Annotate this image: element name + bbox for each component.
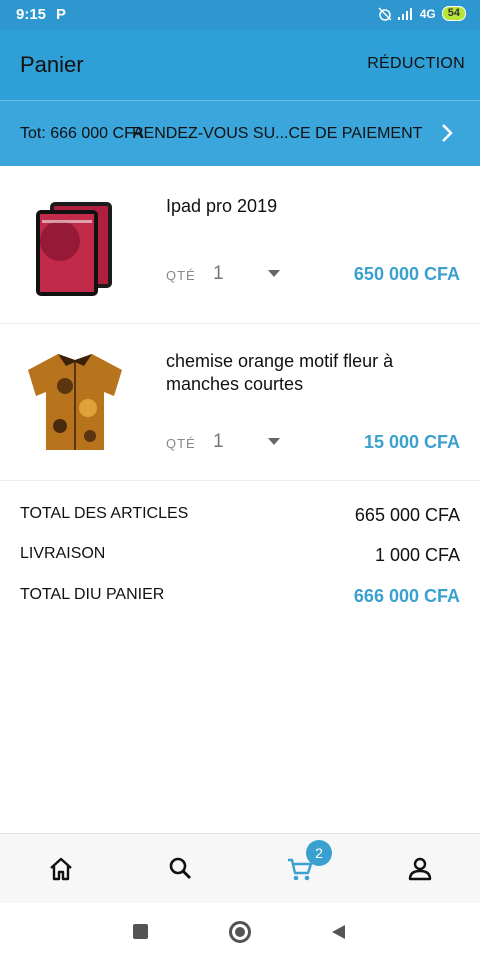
articles-label: TOTAL DES ARTICLES: [20, 505, 189, 522]
battery-icon: 54: [441, 6, 466, 21]
checkout-total: Tot: 666 000 CFA: [20, 125, 144, 142]
page-title: Panier: [20, 52, 84, 77]
home-system-button[interactable]: [229, 921, 251, 943]
delivery-label: LIVRAISON: [20, 545, 106, 562]
recent-apps-button[interactable]: [133, 924, 148, 939]
chevron-right-icon: [442, 124, 453, 142]
item-name: chemise orange motif fleur à manches cou…: [166, 351, 394, 394]
alarm-off-icon: [378, 6, 392, 21]
app-bar: Panier RÉDUCTION: [0, 30, 480, 100]
item-price: 15 000 CFA: [363, 432, 460, 452]
home-icon[interactable]: [46, 854, 76, 884]
cart-badge: 2: [306, 840, 332, 866]
cart-item: Ipad pro 2019 QTÉ 1 650 000 CFA: [0, 166, 480, 324]
status-time: 9:15: [16, 6, 47, 23]
back-icon[interactable]: [330, 924, 346, 940]
qty-value[interactable]: 1: [213, 263, 224, 285]
status-indicators: 4G 54: [378, 6, 466, 21]
qty-value[interactable]: 1: [213, 431, 224, 453]
item-name: Ipad pro 2019: [166, 196, 278, 216]
discount-button[interactable]: RÉDUCTION: [367, 55, 465, 73]
bottom-nav: 2: [0, 833, 480, 903]
total-label: TOTAL DIU PANIER: [20, 586, 165, 603]
total-value: 666 000 CFA: [353, 586, 460, 606]
checkout-button[interactable]: Tot: 666 000 CFA RENDEZ-VOUS SU...CE DE …: [0, 100, 480, 166]
p-app-icon: P: [56, 6, 67, 23]
item-price: 650 000 CFA: [353, 264, 460, 284]
search-icon[interactable]: [166, 854, 196, 884]
articles-value: 665 000 CFA: [354, 505, 460, 525]
status-bar: 9:15 P 4G 54: [0, 0, 480, 30]
qty-label: QTÉ: [166, 268, 196, 283]
ipad-product-image: [36, 202, 112, 296]
delivery-value: 1 000 CFA: [374, 545, 460, 565]
network-type: 4G: [419, 6, 436, 21]
cart-item: chemise orange motif fleur à manches cou…: [0, 324, 480, 481]
qty-label: QTÉ: [166, 436, 196, 451]
chevron-down-icon[interactable]: [268, 270, 280, 277]
checkout-label: RENDEZ-VOUS SU...CE DE PAIEMENT: [132, 125, 423, 142]
shirt-product-image: [28, 354, 122, 450]
account-icon[interactable]: [405, 854, 435, 884]
signal-icon: [397, 7, 412, 20]
system-nav-bar: [0, 903, 480, 960]
chevron-down-icon[interactable]: [268, 438, 280, 445]
